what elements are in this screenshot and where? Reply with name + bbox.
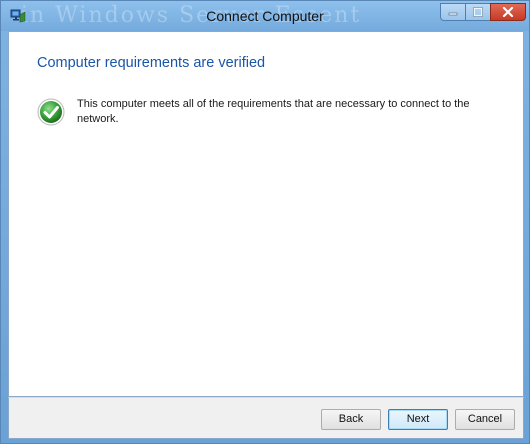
check-icon [37, 98, 65, 126]
close-icon [502, 7, 514, 17]
cancel-button[interactable]: Cancel [455, 409, 515, 430]
maximize-icon [473, 7, 483, 17]
title-bar[interactable]: in Windows Server Essent Connect Compute… [1, 1, 529, 31]
next-button[interactable]: Next [388, 409, 448, 430]
minimize-icon [448, 12, 458, 16]
back-button[interactable]: Back [321, 409, 381, 430]
status-message: This computer meets all of the requireme… [77, 98, 470, 125]
wizard-footer: Back Next Cancel [8, 397, 524, 439]
maximize-button[interactable] [465, 3, 491, 21]
close-button[interactable] [490, 3, 526, 21]
page-heading: Computer requirements are verified [37, 55, 266, 71]
minimize-button[interactable] [440, 3, 466, 21]
connect-computer-window: in Windows Server Essent Connect Compute… [0, 0, 530, 444]
wizard-content-panel: Computer requirements are verified This … [8, 31, 524, 397]
